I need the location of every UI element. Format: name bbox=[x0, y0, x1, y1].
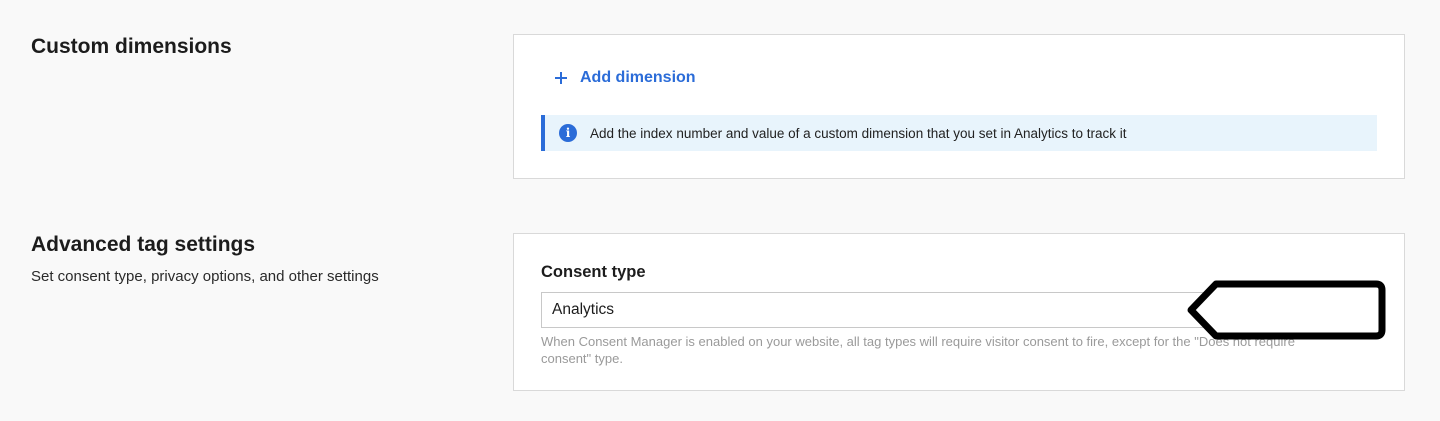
info-icon: i bbox=[559, 124, 577, 142]
advanced-tag-settings-title: Advanced tag settings bbox=[31, 233, 256, 256]
add-dimension-button[interactable]: Add dimension bbox=[555, 69, 696, 87]
consent-type-select[interactable]: Analytics bbox=[541, 292, 1377, 328]
advanced-tag-settings-card: Consent type Analytics When Consent Mana… bbox=[513, 233, 1405, 391]
plus-icon bbox=[555, 72, 567, 84]
custom-dimensions-title: Custom dimensions bbox=[31, 35, 232, 58]
page: Custom dimensions Add dimension i Add th… bbox=[0, 0, 1440, 421]
custom-dimensions-card: Add dimension i Add the index number and… bbox=[513, 34, 1405, 179]
consent-type-help: When Consent Manager is enabled on your … bbox=[541, 334, 1295, 366]
advanced-tag-settings-subtitle: Set consent type, privacy options, and o… bbox=[31, 268, 379, 285]
info-text: Add the index number and value of a cust… bbox=[590, 125, 1127, 141]
consent-type-value: Analytics bbox=[552, 301, 615, 318]
add-dimension-label: Add dimension bbox=[580, 69, 696, 86]
info-banner: i Add the index number and value of a cu… bbox=[541, 115, 1377, 151]
consent-type-label: Consent type bbox=[541, 263, 646, 281]
